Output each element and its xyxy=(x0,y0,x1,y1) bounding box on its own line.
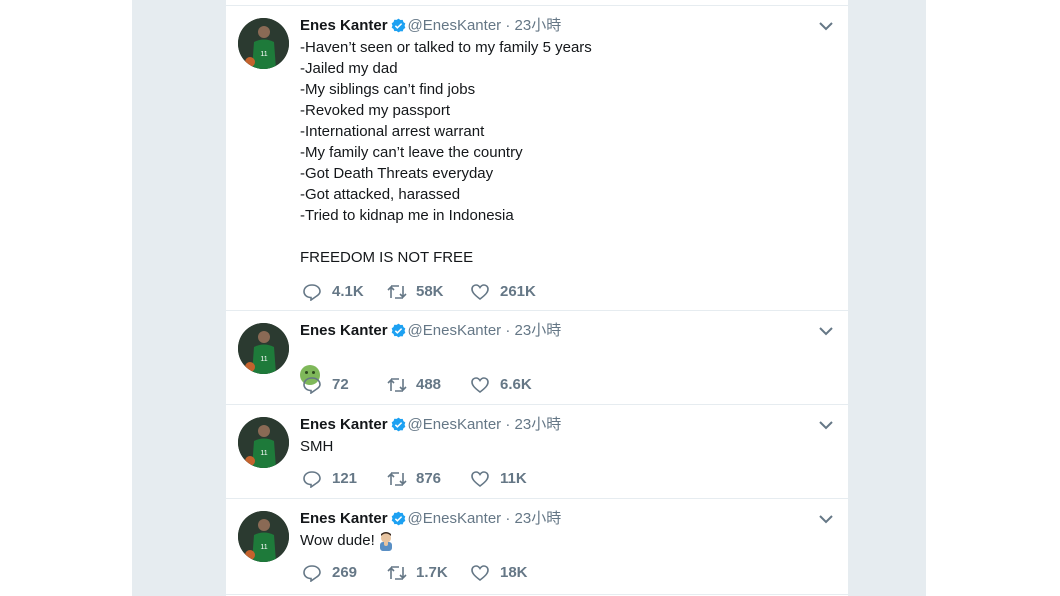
author-handle[interactable]: @EnesKanter xyxy=(408,322,502,339)
reply-count: 72 xyxy=(332,376,349,393)
verified-badge-icon xyxy=(391,18,405,33)
avatar[interactable]: 11 xyxy=(238,323,289,374)
reply-count: 269 xyxy=(332,564,358,581)
verified-badge-icon xyxy=(391,511,405,526)
like-count: 6.6K xyxy=(500,376,532,393)
person-facepalming-emoji-icon xyxy=(379,532,392,552)
reply-count: 121 xyxy=(332,470,358,487)
avatar[interactable]: 11 xyxy=(238,18,289,69)
page-background-left xyxy=(132,0,226,596)
author-handle[interactable]: @EnesKanter xyxy=(408,17,502,34)
tweet[interactable]: 11 Enes Kanter @EnesKanter · 23小時 72 488 xyxy=(226,311,848,405)
heart-icon xyxy=(471,284,489,301)
reply-icon xyxy=(303,565,321,582)
reply-icon xyxy=(303,471,321,488)
heart-icon xyxy=(471,377,489,394)
avatar-image: 11 xyxy=(238,323,289,374)
svg-text:11: 11 xyxy=(260,544,267,551)
avatar[interactable]: 11 xyxy=(238,511,289,562)
avatar[interactable]: 11 xyxy=(238,417,289,468)
like-count: 11K xyxy=(500,470,527,487)
author-name[interactable]: Enes Kanter xyxy=(300,17,388,34)
retweet-icon xyxy=(387,566,407,580)
chevron-down-icon[interactable] xyxy=(818,513,834,525)
tweet-text: SMH xyxy=(300,438,334,455)
tweet-timestamp[interactable]: 23小時 xyxy=(515,322,562,339)
retweet-count: 1.7K xyxy=(416,564,448,581)
separator-dot: · xyxy=(505,17,511,34)
verified-badge-icon xyxy=(391,323,405,338)
svg-text:11: 11 xyxy=(260,356,267,363)
reply-icon xyxy=(303,377,321,394)
retweet-icon xyxy=(387,378,407,392)
heart-icon xyxy=(471,471,489,488)
separator-dot: · xyxy=(505,510,511,527)
tweet[interactable]: 11 Enes Kanter @EnesKanter · 23小時 -Haven’… xyxy=(226,6,848,311)
retweet-icon xyxy=(387,285,407,299)
avatar-image: 11 xyxy=(238,511,289,562)
tweet-text: -Haven’t seen or talked to my family 5 y… xyxy=(300,39,592,266)
tweet-timestamp[interactable]: 23小時 xyxy=(515,17,562,34)
tweet-timestamp[interactable]: 23小時 xyxy=(515,416,562,433)
author-handle[interactable]: @EnesKanter xyxy=(408,416,502,433)
avatar-image: 11 xyxy=(238,18,289,69)
retweet-icon xyxy=(387,472,407,486)
tweet[interactable]: 11 Enes Kanter @EnesKanter · 23小時 Wow dud… xyxy=(226,499,848,595)
verified-badge-icon xyxy=(391,417,405,432)
heart-icon xyxy=(471,565,489,582)
reply-icon xyxy=(303,284,321,301)
page-background-right xyxy=(848,0,926,596)
retweet-count: 876 xyxy=(416,470,442,487)
like-count: 18K xyxy=(500,564,528,581)
svg-text:11: 11 xyxy=(260,51,267,58)
svg-text:11: 11 xyxy=(260,450,267,457)
author-name[interactable]: Enes Kanter xyxy=(300,510,388,527)
author-name[interactable]: Enes Kanter xyxy=(300,322,388,339)
retweet-count: 58K xyxy=(416,283,444,300)
tweet-text: Wow dude! xyxy=(300,532,375,549)
separator-dot: · xyxy=(505,322,511,339)
tweet-timestamp[interactable]: 23小時 xyxy=(515,510,562,527)
avatar-image: 11 xyxy=(238,417,289,468)
tweet-timeline: 11 Enes Kanter @EnesKanter · 23小時 -Haven’… xyxy=(226,0,848,596)
author-handle[interactable]: @EnesKanter xyxy=(408,510,502,527)
retweet-count: 488 xyxy=(416,376,442,393)
like-count: 261K xyxy=(500,283,536,300)
chevron-down-icon[interactable] xyxy=(818,20,834,32)
chevron-down-icon[interactable] xyxy=(818,419,834,431)
author-name[interactable]: Enes Kanter xyxy=(300,416,388,433)
separator-dot: · xyxy=(505,416,511,433)
tweet[interactable]: 11 Enes Kanter @EnesKanter · 23小時 SMH 121… xyxy=(226,405,848,499)
chevron-down-icon[interactable] xyxy=(818,325,834,337)
reply-count: 4.1K xyxy=(332,283,364,300)
